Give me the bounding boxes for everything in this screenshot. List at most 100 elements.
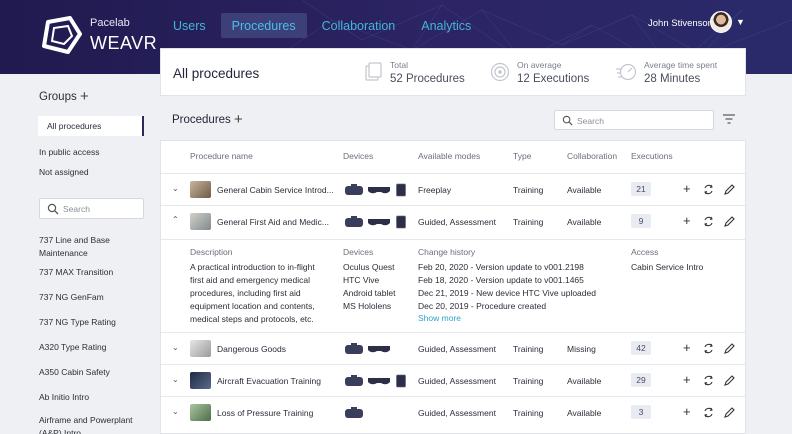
- procedure-type: Training: [513, 408, 544, 418]
- procedure-type: Training: [513, 217, 544, 227]
- stat-value-average: 12 Executions: [517, 73, 590, 85]
- ar-glasses-icon: [368, 346, 390, 353]
- column-header: Procedure name: [190, 151, 253, 161]
- group-item[interactable]: 737 Line and Base Maintenance: [39, 234, 149, 260]
- executions-count: 21: [631, 182, 651, 196]
- history-entry: Dec 21, 2019 - New device HTC Vive uploa…: [418, 288, 596, 298]
- procedure-thumbnail: [190, 404, 211, 421]
- avatar[interactable]: [710, 11, 732, 33]
- expand-chevron-icon[interactable]: ⌄: [172, 184, 179, 193]
- tablet-icon: [396, 374, 406, 388]
- add-icon[interactable]: +: [683, 372, 691, 387]
- procedure-thumbnail: [190, 213, 211, 230]
- vr-headset-icon: [345, 184, 363, 195]
- add-icon[interactable]: +: [683, 340, 691, 355]
- summary-card: All procedures Total 52 Procedures On av…: [160, 48, 746, 96]
- weavr-logo-icon: [42, 16, 82, 54]
- expand-chevron-icon[interactable]: ⌄: [172, 375, 179, 384]
- sync-icon[interactable]: [703, 407, 714, 418]
- table-row[interactable]: ⌄ General Cabin Service Introd... Freepl…: [161, 173, 745, 205]
- group-all-procedures[interactable]: All procedures: [38, 116, 144, 136]
- target-icon: [490, 62, 510, 82]
- expand-chevron-icon[interactable]: ⌄: [172, 407, 179, 416]
- sync-icon[interactable]: [703, 343, 714, 354]
- user-name[interactable]: John Stivenson: [648, 18, 713, 29]
- history-entry: Feb 20, 2020 - Version update to v001.21…: [418, 262, 584, 272]
- collapse-chevron-icon[interactable]: ⌃: [172, 215, 179, 224]
- procedure-type: Training: [513, 185, 544, 195]
- procedures-search-input[interactable]: Search: [554, 110, 714, 130]
- group-in-public-access[interactable]: In public access: [39, 147, 99, 157]
- stat-value-time: 28 Minutes: [644, 73, 701, 85]
- tab-analytics[interactable]: Analytics: [410, 13, 482, 38]
- column-header: Available modes: [418, 151, 481, 161]
- add-icon[interactable]: +: [683, 181, 691, 196]
- add-icon[interactable]: +: [683, 213, 691, 228]
- edit-pencil-icon[interactable]: [724, 216, 735, 227]
- procedure-thumbnail: [190, 372, 211, 389]
- executions-count: 42: [631, 341, 651, 355]
- table-row[interactable]: ⌃ General First Aid and Medic... Guided,…: [161, 205, 745, 239]
- groups-search-input[interactable]: Search: [39, 198, 144, 219]
- tab-procedures[interactable]: Procedures: [220, 13, 307, 38]
- add-procedure-plus-icon[interactable]: +: [234, 111, 243, 128]
- group-item[interactable]: 737 NG Type Rating: [39, 316, 149, 329]
- group-item[interactable]: Ab Initio Intro: [39, 391, 149, 404]
- collaboration-status: Available: [567, 217, 602, 227]
- add-group-plus-icon[interactable]: +: [80, 88, 89, 105]
- group-not-assigned[interactable]: Not assigned: [39, 167, 89, 177]
- executions-count: 29: [631, 373, 651, 387]
- procedure-name[interactable]: General Cabin Service Introd...: [217, 185, 334, 195]
- change-history-label: Change history: [418, 247, 476, 257]
- sync-icon[interactable]: [703, 216, 714, 227]
- table-row[interactable]: ⌄ Aircraft Evacuation Training Guided, A…: [161, 364, 745, 396]
- procedure-name[interactable]: Aircraft Evacuation Training: [217, 376, 321, 386]
- edit-pencil-icon[interactable]: [724, 184, 735, 195]
- column-header: Devices: [343, 151, 374, 161]
- vr-headset-icon: [345, 375, 363, 386]
- description-line: first aid and emergency medical: [190, 275, 311, 285]
- table-row[interactable]: ⌄ Loss of Pressure Training Guided, Asse…: [161, 396, 745, 428]
- description-line: equipment location and contents,: [190, 301, 315, 311]
- speed-icon: [616, 63, 637, 81]
- devices-label: Devices: [343, 247, 374, 257]
- search-icon: [47, 203, 59, 215]
- tab-users[interactable]: Users: [162, 13, 217, 38]
- procedure-name[interactable]: Dangerous Goods: [217, 344, 286, 354]
- edit-pencil-icon[interactable]: [724, 375, 735, 386]
- sync-icon[interactable]: [703, 375, 714, 386]
- edit-pencil-icon[interactable]: [724, 407, 735, 418]
- search-placeholder: Search: [577, 116, 604, 126]
- search-placeholder: Search: [63, 204, 90, 214]
- add-icon[interactable]: +: [683, 404, 691, 419]
- show-more-link[interactable]: Show more: [418, 313, 461, 323]
- description-line: A practical introduction to in-flight: [190, 262, 315, 272]
- expand-chevron-icon[interactable]: ⌄: [172, 343, 179, 352]
- column-header: Type: [513, 151, 532, 161]
- collaboration-status: Available: [567, 376, 602, 386]
- access-label: Access: [631, 247, 659, 257]
- procedure-type: Training: [513, 344, 544, 354]
- description-line: medical steps and protocols, etc.: [190, 314, 314, 324]
- group-item[interactable]: A350 Cabin Safety: [39, 366, 149, 379]
- available-modes: Guided, Assessment: [418, 376, 496, 386]
- groups-title: Groups: [39, 91, 77, 103]
- procedure-name[interactable]: General First Aid and Medic...: [217, 217, 329, 227]
- user-menu-chevron-down-icon[interactable]: ▼: [736, 17, 745, 27]
- group-item[interactable]: 737 NG GenFam: [39, 291, 149, 304]
- device-name: Oculus Quest: [343, 262, 395, 272]
- group-item[interactable]: A320 Type Rating: [39, 341, 149, 354]
- tab-collaboration[interactable]: Collaboration: [311, 13, 407, 38]
- edit-pencil-icon[interactable]: [724, 343, 735, 354]
- stat-label-total: Total: [390, 60, 408, 70]
- description-label: Description: [190, 247, 233, 257]
- table-row[interactable]: ⌄ Dangerous Goods Guided, Assessment Tra…: [161, 332, 745, 364]
- stat-label-average: On average: [517, 60, 562, 70]
- group-item[interactable]: Airframe and Powerplant (A&P) Intro: [39, 414, 149, 434]
- procedure-detail-panel: Description A practical introduction to …: [161, 239, 745, 332]
- collaboration-status: Available: [567, 185, 602, 195]
- procedure-name[interactable]: Loss of Pressure Training: [217, 408, 313, 418]
- filter-icon[interactable]: [723, 114, 735, 124]
- sync-icon[interactable]: [703, 184, 714, 195]
- group-item[interactable]: 737 MAX Transition: [39, 266, 149, 279]
